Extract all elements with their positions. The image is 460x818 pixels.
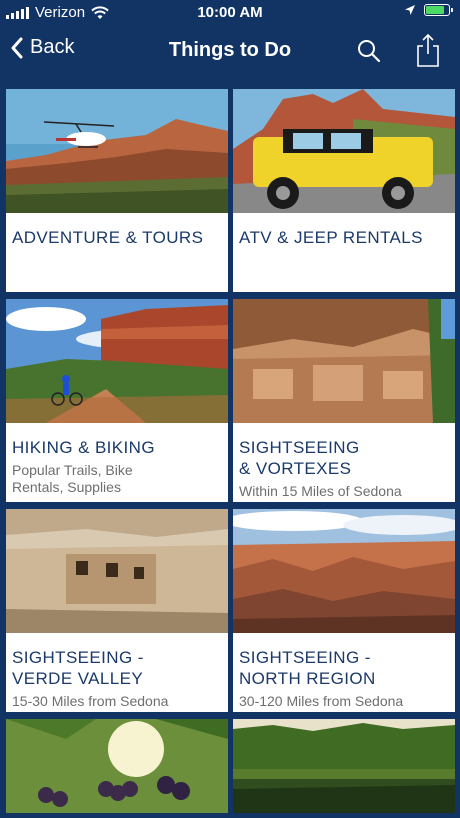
lake-photo — [233, 719, 455, 813]
hiking-photo — [6, 299, 228, 423]
card-title: ADVENTURE & TOURS — [12, 228, 204, 247]
card-title: HIKING & BIKING — [12, 438, 155, 457]
navigation-bar: Back Things to Do — [0, 26, 460, 80]
grand-canyon-photo — [233, 509, 455, 633]
battery-icon — [424, 4, 453, 16]
card-sightseeing-verde-valley[interactable]: SIGHTSEEING - VERDE VALLEY 15-30 Miles f… — [6, 509, 228, 712]
location-arrow-icon — [405, 5, 415, 15]
card-sightseeing-north-region[interactable]: SIGHTSEEING - NORTH REGION 30-120 Miles … — [233, 509, 455, 712]
card-adventure-tours[interactable]: ADVENTURE & TOURS — [6, 89, 228, 292]
card-atv-jeep-rentals[interactable]: ATV & JEEP RENTALS — [233, 89, 455, 292]
card-title: SIGHTSEEING - VERDE VALLEY — [12, 648, 144, 688]
card-title: SIGHTSEEING - NORTH REGION — [239, 648, 376, 688]
cliff-dwelling-photo — [233, 299, 455, 423]
status-bar: Verizon 10:00 AM — [0, 0, 460, 26]
card-subtitle: 30-120 Miles from Sedona — [239, 693, 404, 709]
card-sightseeing-vortexes[interactable]: SIGHTSEEING & VORTEXES Within 15 Miles o… — [233, 299, 455, 502]
card-wine-region[interactable] — [6, 719, 228, 813]
card-subtitle: Popular Trails, Bike Rentals, Supplies — [12, 462, 133, 495]
card-title: ATV & JEEP RENTALS — [239, 228, 423, 247]
jeep-photo — [233, 89, 455, 213]
card-subtitle: Within 15 Miles of Sedona — [239, 483, 402, 499]
montezuma-castle-photo — [6, 509, 228, 633]
card-parks-lakes[interactable] — [233, 719, 455, 813]
card-hiking-biking[interactable]: HIKING & BIKING Popular Trails, Bike Ren… — [6, 299, 228, 502]
card-subtitle: 15-30 Miles from Sedona — [12, 693, 169, 709]
vineyard-photo — [6, 719, 228, 813]
helicopter-photo — [6, 89, 228, 213]
status-time: 10:00 AM — [197, 4, 263, 21]
search-icon[interactable] — [356, 38, 382, 64]
card-title: SIGHTSEEING & VORTEXES — [239, 438, 360, 478]
share-icon[interactable] — [414, 32, 442, 68]
page-title: Things to Do — [168, 39, 292, 61]
